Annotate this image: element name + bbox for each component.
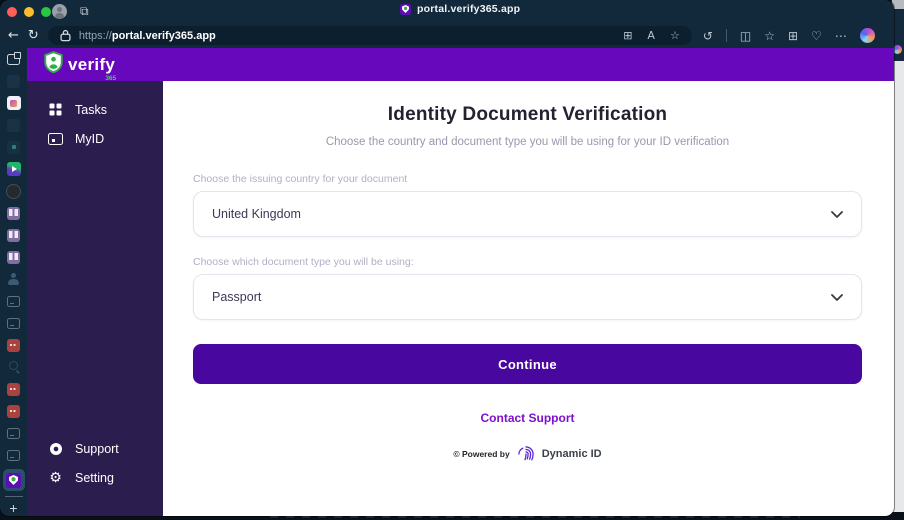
- sidebar-item-tasks[interactable]: Tasks: [27, 95, 163, 124]
- desktop: ⧉ portal.verify365.app ← ↻ https://porta…: [0, 0, 904, 520]
- tab-favicon[interactable]: [6, 359, 22, 375]
- web-page: verify 365 Tasks MyID Support ⚙ Setting Ide…: [27, 48, 894, 516]
- tab-favicon[interactable]: [6, 95, 22, 111]
- traffic-lights: [0, 6, 51, 17]
- close-window-button[interactable]: [7, 6, 17, 17]
- tab-favicon-list: [2, 51, 25, 491]
- document-type-select[interactable]: Passport: [193, 274, 862, 320]
- logo-suffix: 365: [105, 75, 117, 82]
- support-icon: [48, 441, 63, 456]
- profile-avatar[interactable]: [52, 4, 67, 19]
- verify365-logo: verify 365: [44, 51, 116, 82]
- logo-word: verify: [68, 54, 116, 74]
- tab-groups-cube-icon[interactable]: ⧉: [80, 4, 89, 18]
- shield-logo-icon: [44, 51, 63, 78]
- country-select-value: United Kingdom: [212, 207, 301, 221]
- setting-icon: ⚙: [49, 469, 62, 486]
- minimize-window-button[interactable]: [24, 6, 34, 17]
- verify365-favicon: [400, 3, 411, 15]
- add-favorite-icon[interactable]: ☆: [670, 29, 680, 42]
- powered-by-label: © Powered by: [453, 449, 510, 459]
- site-info-lock-icon[interactable]: [60, 29, 71, 42]
- page-title: Identity Document Verification: [387, 104, 668, 125]
- tab-favicon[interactable]: [6, 403, 22, 419]
- powered-by-brand: Dynamic ID: [541, 448, 602, 460]
- navigation-toolbar: ← ↻ https://portal.verify365.app ⊞ A ☆ ↺ ◫ ☆…: [0, 23, 894, 48]
- tab-favicon[interactable]: [6, 293, 22, 309]
- sidebar-item-setting[interactable]: ⚙ Setting: [27, 463, 163, 492]
- background-copilot-icon: [893, 45, 902, 54]
- sidebar-item-myid[interactable]: MyID: [27, 124, 163, 153]
- sidebar-item-label: Tasks: [75, 102, 107, 117]
- new-tab-button[interactable]: +: [9, 501, 17, 515]
- document-type-select-value: Passport: [212, 290, 262, 304]
- tab-favicon[interactable]: [6, 227, 22, 243]
- tab-favicon[interactable]: [6, 315, 22, 331]
- tab-favicon[interactable]: [6, 161, 22, 177]
- tab-favicon[interactable]: [6, 117, 22, 133]
- country-label: Choose the issuing country for your docu…: [193, 173, 408, 185]
- tab-favicon[interactable]: [6, 447, 22, 463]
- sidebar-item-label: MyID: [75, 131, 105, 146]
- tab-favicon[interactable]: [6, 205, 22, 221]
- workspaces-icon[interactable]: ⊞: [623, 29, 632, 42]
- browser-essentials-icon[interactable]: ♡: [811, 29, 822, 43]
- fingerprint-icon: [516, 444, 536, 464]
- back-button[interactable]: ←: [8, 29, 19, 42]
- address-bar-icons: ⊞ A ☆: [623, 29, 680, 42]
- sidebar-item-support[interactable]: Support: [27, 434, 163, 463]
- chevron-down-icon: [831, 290, 843, 304]
- country-select[interactable]: United Kingdom: [193, 191, 862, 237]
- copilot-icon[interactable]: [859, 28, 875, 43]
- tab-favicon[interactable]: [6, 139, 22, 155]
- main-content: Identity Document Verification Choose th…: [163, 81, 894, 516]
- sidebar-item-label: Support: [75, 441, 119, 456]
- continue-button[interactable]: Continue: [193, 344, 862, 384]
- app-sidebar: Tasks MyID Support ⚙ Setting: [27, 81, 163, 516]
- tab-favicon[interactable]: [6, 271, 22, 287]
- history-icon[interactable]: ↺: [703, 29, 713, 43]
- active-tab-verify365[interactable]: [2, 469, 25, 491]
- collapse-vertical-tabs-icon[interactable]: [6, 51, 22, 67]
- tabstrip-divider: [4, 496, 23, 497]
- zoom-window-button[interactable]: [41, 6, 51, 17]
- tab-favicon[interactable]: [6, 183, 22, 199]
- toolbar-icons: ↺ ◫ ☆ ⊞ ♡ ⋯: [703, 28, 875, 43]
- tab-favicon[interactable]: [6, 249, 22, 265]
- browser-window: ⧉ portal.verify365.app ← ↻ https://porta…: [0, 0, 894, 516]
- tab-groups-icon[interactable]: ⊞: [788, 29, 798, 43]
- sidebar-footer-items: Support ⚙ Setting: [27, 434, 163, 492]
- tab-favicon[interactable]: [6, 73, 22, 89]
- url-text: https://portal.verify365.app: [78, 29, 216, 42]
- more-options-icon[interactable]: ⋯: [835, 29, 847, 43]
- tab-favicon[interactable]: [6, 381, 22, 397]
- collections-icon[interactable]: ☆: [764, 29, 775, 43]
- tab-favicon[interactable]: [6, 425, 22, 441]
- tab-favicon[interactable]: [6, 337, 22, 353]
- titlebar: ⧉ portal.verify365.app: [0, 0, 894, 23]
- contact-support-link[interactable]: Contact Support: [193, 411, 862, 425]
- vertical-tab-strip: +: [0, 48, 27, 516]
- page-subtitle: Choose the country and document type you…: [325, 136, 730, 148]
- chevron-down-icon: [831, 207, 843, 221]
- split-screen-icon[interactable]: ◫: [740, 29, 751, 43]
- document-type-label: Choose which document type you will be u…: [193, 256, 414, 268]
- active-tab[interactable]: portal.verify365.app: [400, 3, 520, 15]
- address-bar[interactable]: https://portal.verify365.app ⊞ A ☆: [47, 26, 692, 45]
- sidebar-main-items: Tasks MyID: [27, 95, 163, 153]
- refresh-button[interactable]: ↻: [28, 29, 39, 42]
- myid-icon: [48, 131, 63, 146]
- desktop-bottom-text: [270, 516, 800, 518]
- separator: [725, 29, 727, 42]
- tasks-icon: [48, 102, 63, 117]
- read-aloud-icon[interactable]: A: [647, 29, 655, 42]
- tab-title: portal.verify365.app: [417, 3, 521, 15]
- sidebar-item-label: Setting: [75, 470, 114, 485]
- app-header: verify 365: [27, 48, 894, 82]
- powered-by: © Powered by Dynamic ID: [193, 444, 862, 464]
